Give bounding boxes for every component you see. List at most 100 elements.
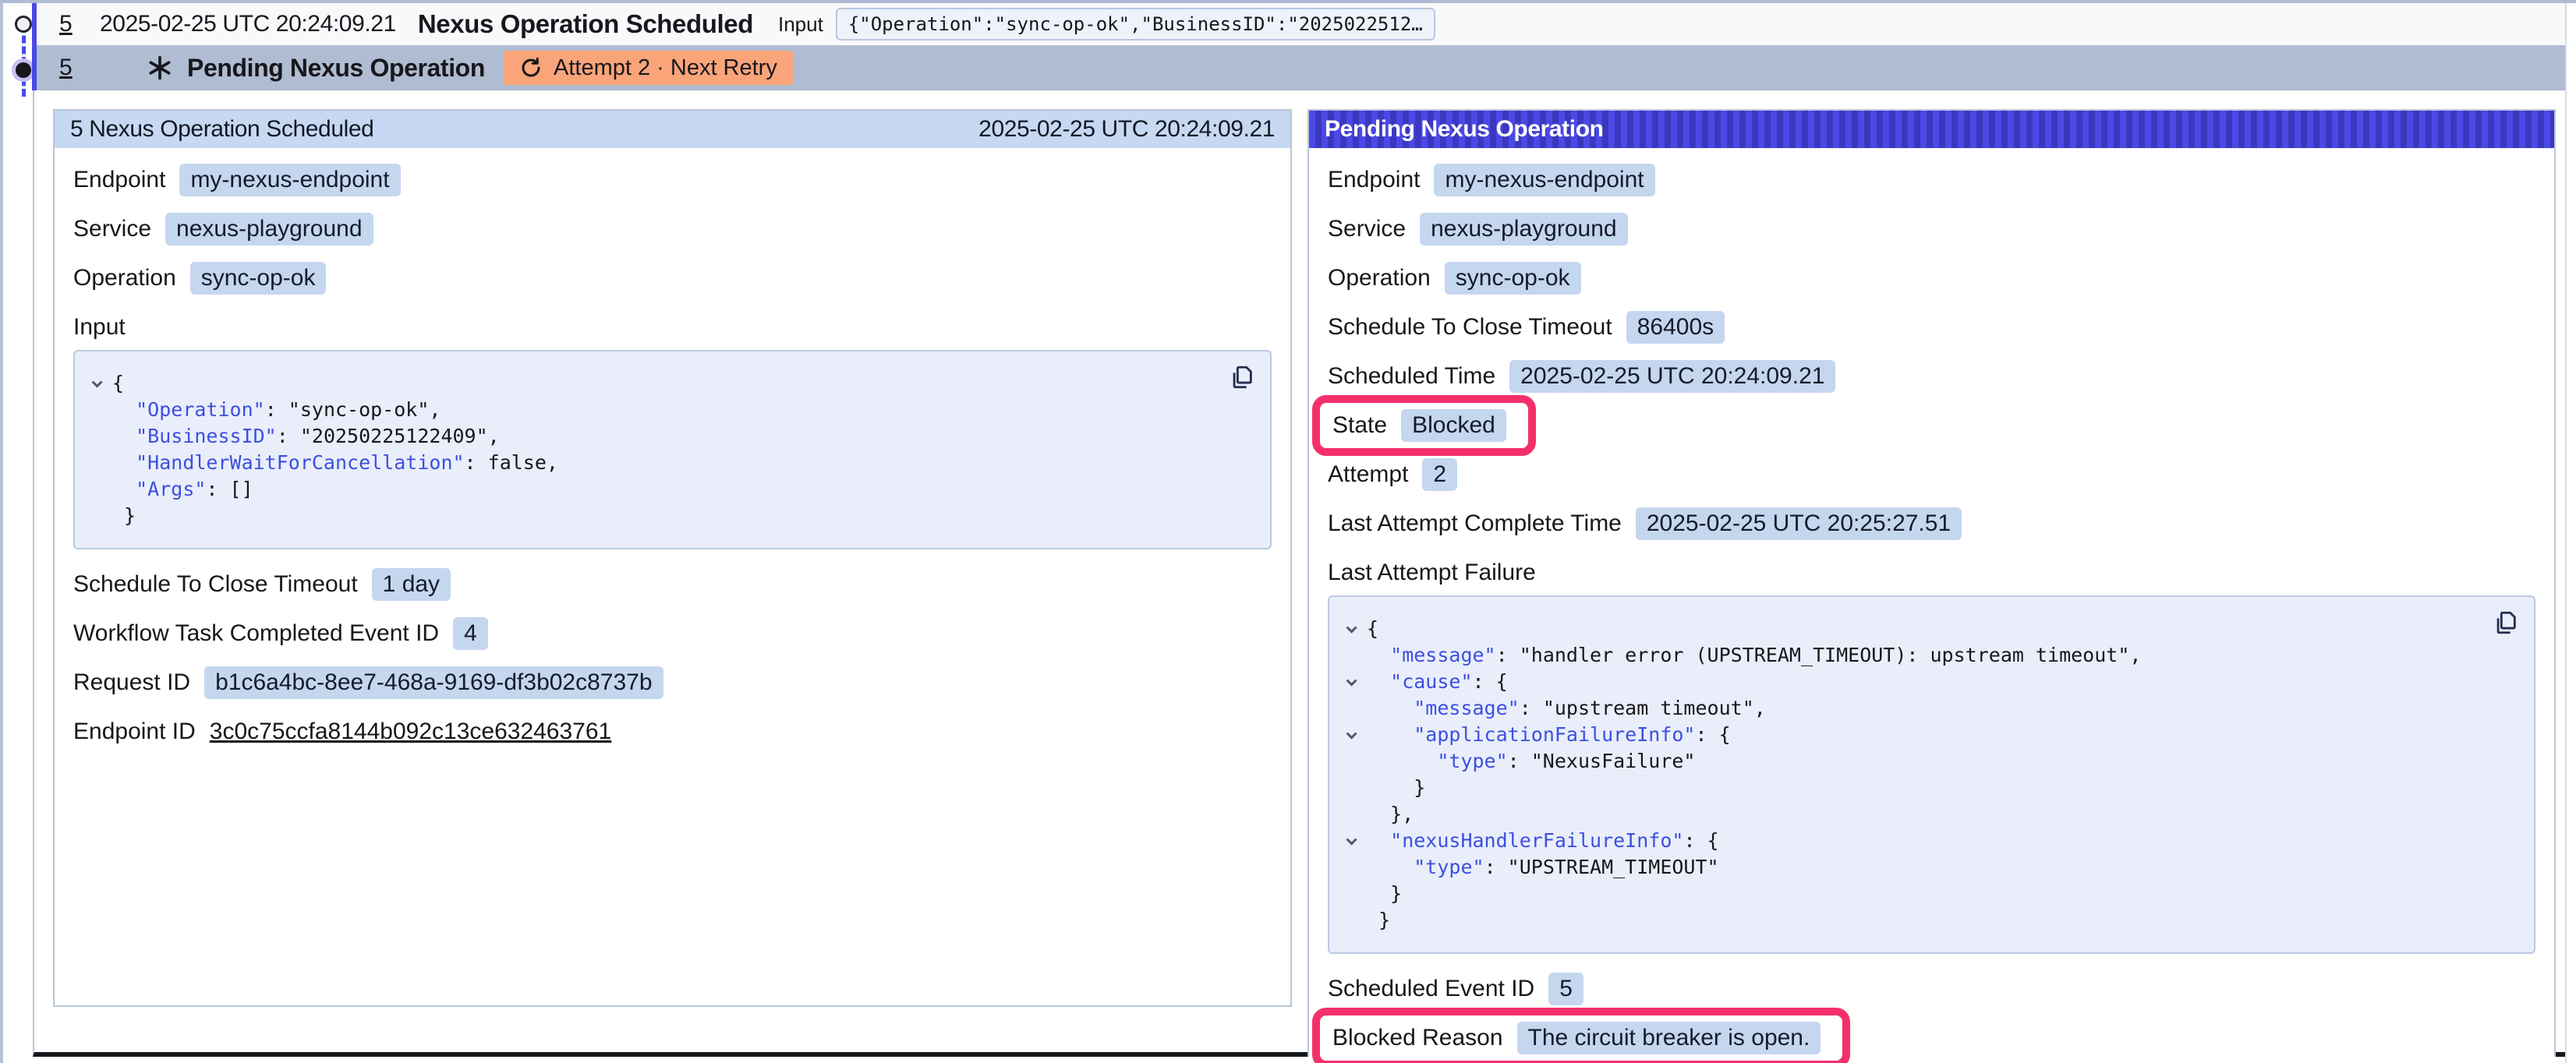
event-input-preview-badge[interactable]: {"Operation":"sync-op-ok","BusinessID":"… <box>836 8 1435 41</box>
field-label: Blocked Reason <box>1332 1025 1502 1051</box>
json-line: { <box>1339 616 2518 642</box>
panel-title: Pending Nexus Operation <box>1325 116 1604 143</box>
chevron-down-icon[interactable] <box>1346 676 1357 687</box>
chevron-down-icon[interactable] <box>1346 729 1357 740</box>
field-label: Schedule To Close Timeout <box>73 571 358 598</box>
field-value-badge: 2 <box>1422 458 1457 491</box>
field-request-id: Request ID b1c6a4bc-8ee7-468a-9169-df3b0… <box>73 666 1272 699</box>
pending-marker-icon <box>16 62 31 78</box>
field-label: Operation <box>1328 265 1431 291</box>
field-endpoint: Endpoint my-nexus-endpoint <box>1328 164 2535 196</box>
field-scheduled-time: Scheduled Time 2025-02-25 UTC 20:24:09.2… <box>1328 360 2535 393</box>
field-label: Attempt <box>1328 461 1408 488</box>
json-line: "HandlerWaitForCancellation": false, <box>84 450 1254 476</box>
field-schedule-to-close: Schedule To Close Timeout 86400s <box>1328 311 2535 344</box>
temporal-event-history-view: 5 2025-02-25 UTC 20:24:09.21 Nexus Opera… <box>0 0 2576 1063</box>
field-label: Scheduled Time <box>1328 363 1495 390</box>
field-input-label-row: Input <box>73 311 1272 344</box>
field-value-badge: 2025-02-25 UTC 20:24:09.21 <box>1509 360 1835 393</box>
field-label: Last Attempt Failure <box>1328 560 1536 586</box>
field-last-attempt-complete-time: Last Attempt Complete Time 2025-02-25 UT… <box>1328 507 2535 540</box>
field-label: Operation <box>73 265 176 291</box>
event-timestamp: 2025-02-25 UTC 20:24:09.21 <box>100 11 396 37</box>
event-detail-panel-header: 5 Nexus Operation Scheduled 2025-02-25 U… <box>55 111 1290 148</box>
field-label: Service <box>73 216 151 242</box>
timeline-connector-line <box>22 25 26 97</box>
field-value-badge: 86400s <box>1626 311 1725 344</box>
field-value-badge: b1c6a4bc-8ee7-468a-9169-df3b02c8737b <box>204 666 663 699</box>
json-line: "applicationFailureInfo": { <box>1339 722 2518 748</box>
pending-operation-panel: Pending Nexus Operation Endpoint my-nexu… <box>1307 109 2556 1057</box>
copy-button[interactable] <box>1228 364 1256 392</box>
failure-json-viewer: { "message": "handler error (UPSTREAM_TI… <box>1328 595 2535 954</box>
json-line: "Args": [] <box>84 476 1254 503</box>
pending-id-link[interactable]: 5 <box>59 55 81 81</box>
json-line: "nexusHandlerFailureInfo": { <box>1339 828 2518 854</box>
field-value-badge: my-nexus-endpoint <box>1434 164 1654 196</box>
field-label: State <box>1332 412 1387 439</box>
event-title: Nexus Operation Scheduled <box>418 9 753 39</box>
blocked-reason-badge: The circuit breaker is open. <box>1517 1022 1821 1054</box>
json-line: "Operation": "sync-op-ok", <box>84 397 1254 423</box>
json-line: "cause": { <box>1339 669 2518 695</box>
field-service: Service nexus-playground <box>1328 213 2535 245</box>
attempt-retry-label: Attempt 2 · Next Retry <box>554 55 777 81</box>
field-endpoint: Endpoint my-nexus-endpoint <box>73 164 1272 196</box>
endpoint-id-link[interactable]: 3c0c75ccfa8144b092c13ce632463761 <box>210 719 611 745</box>
field-label: Request ID <box>73 669 190 696</box>
blocked-reason-highlight-annotation: Blocked Reason The circuit breaker is op… <box>1312 1008 1850 1063</box>
field-blocked-reason: Blocked Reason The circuit breaker is op… <box>1328 1022 2535 1054</box>
json-line: } <box>84 503 1254 529</box>
json-line: }, <box>1339 801 2518 828</box>
json-line: } <box>1339 881 2518 907</box>
event-id-link[interactable]: 5 <box>59 11 81 37</box>
event-detail-panel: 5 Nexus Operation Scheduled 2025-02-25 U… <box>53 109 1292 1007</box>
retry-icon <box>519 56 543 79</box>
state-badge: Blocked <box>1401 409 1506 442</box>
field-label: Scheduled Event ID <box>1328 976 1534 1002</box>
scrollbar[interactable] <box>2565 3 2576 1063</box>
field-scheduled-event-id: Scheduled Event ID 5 <box>1328 973 2535 1005</box>
field-label: Workflow Task Completed Event ID <box>73 620 439 647</box>
copy-button[interactable] <box>2492 609 2520 637</box>
field-value-badge: sync-op-ok <box>190 262 327 295</box>
json-line: } <box>1339 907 2518 934</box>
history-event-row[interactable]: 5 2025-02-25 UTC 20:24:09.21 Nexus Opera… <box>36 3 2576 45</box>
event-detail-area: 5 Nexus Operation Scheduled 2025-02-25 U… <box>33 90 2568 1057</box>
attempt-retry-badge: Attempt 2 · Next Retry <box>504 51 793 85</box>
field-label: Endpoint <box>1328 167 1420 193</box>
field-value-badge: 2025-02-25 UTC 20:25:27.51 <box>1636 507 1962 540</box>
field-label: Last Attempt Complete Time <box>1328 510 1622 537</box>
pending-operation-row[interactable]: 5 Pending Nexus Operation Attempt 2 · Ne… <box>36 45 2576 90</box>
field-operation: Operation sync-op-ok <box>73 262 1272 295</box>
pending-operation-title: Pending Nexus Operation <box>187 54 485 83</box>
asterisk-icon <box>147 55 173 81</box>
field-last-attempt-failure-label-row: Last Attempt Failure <box>1328 556 2535 589</box>
field-operation: Operation sync-op-ok <box>1328 262 2535 295</box>
field-label: Service <box>1328 216 1406 242</box>
pending-operation-panel-header: Pending Nexus Operation <box>1309 111 2554 148</box>
input-json-viewer: { "Operation": "sync-op-ok", "BusinessID… <box>73 350 1272 549</box>
field-value-badge: 4 <box>453 617 488 650</box>
chevron-down-icon[interactable] <box>1346 623 1357 634</box>
state-highlight-annotation: State Blocked <box>1312 395 1536 456</box>
event-marker-icon <box>15 16 32 33</box>
field-value-badge: 1 day <box>372 568 451 601</box>
json-line: "message": "upstream timeout", <box>1339 695 2518 722</box>
field-value-badge: nexus-playground <box>1420 213 1628 245</box>
field-endpoint-id: Endpoint ID 3c0c75ccfa8144b092c13ce63246… <box>73 715 1272 748</box>
field-wft-completed-event-id: Workflow Task Completed Event ID 4 <box>73 617 1272 650</box>
field-state: State Blocked <box>1328 409 2535 442</box>
json-line: "type": "NexusFailure" <box>1339 748 2518 775</box>
field-label: Endpoint ID <box>73 719 196 745</box>
panel-timestamp: 2025-02-25 UTC 20:24:09.21 <box>978 116 1275 143</box>
json-line: } <box>1339 775 2518 801</box>
json-line: "BusinessID": "20250225122409", <box>84 423 1254 450</box>
field-label: Endpoint <box>73 167 165 193</box>
chevron-down-icon[interactable] <box>1346 835 1357 846</box>
chevron-down-icon[interactable] <box>92 377 103 388</box>
field-value-badge: 5 <box>1548 973 1583 1005</box>
event-input-label: Input <box>778 12 823 37</box>
field-label: Input <box>73 314 126 341</box>
field-label: Schedule To Close Timeout <box>1328 314 1612 341</box>
